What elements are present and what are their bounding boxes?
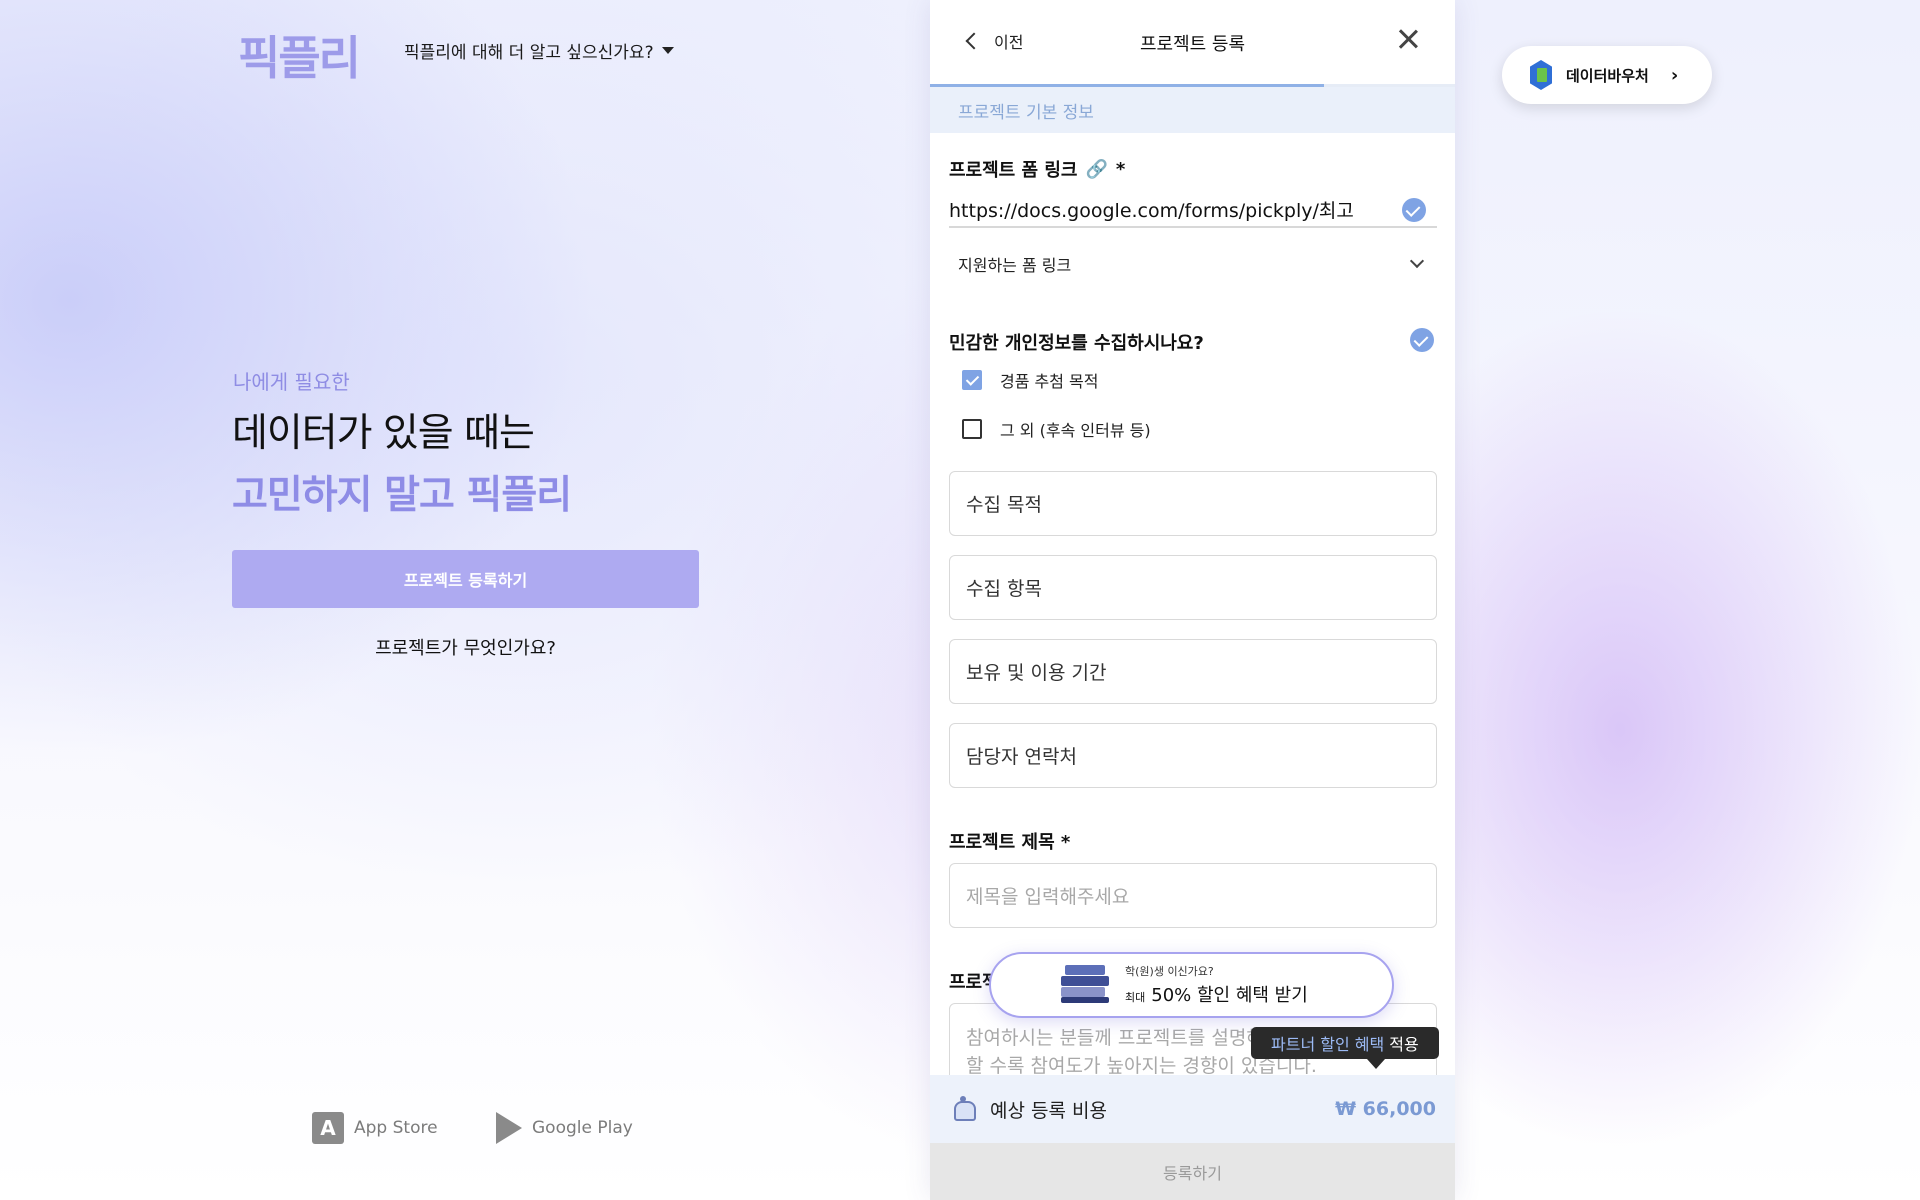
checkbox-prize-draw[interactable] (962, 370, 982, 390)
supported-forms-label: 지원하는 폼 링크 (958, 256, 1072, 275)
option-prize-draw-label: 경품 추첨 목적 (1000, 372, 1099, 391)
project-title-input[interactable]: 제목을 입력해주세요 (949, 863, 1437, 928)
hero-headline-line1: 데이터가 있을 때는 (232, 411, 535, 456)
estimated-cost-bar: 예상 등록 비용 ₩ 66,000 (930, 1075, 1455, 1143)
checkbox-other[interactable] (962, 419, 982, 439)
option-prize-draw[interactable]: 경품 추첨 목적 (962, 368, 1099, 392)
app-store-link[interactable]: A App Store (312, 1112, 438, 1144)
google-play-link[interactable]: Google Play (496, 1112, 633, 1144)
student-discount-banner[interactable]: 학(원)생 이신가요? 최대 50% 할인 혜택 받기 (989, 952, 1394, 1018)
app-store-label: App Store (354, 1118, 438, 1138)
check-circle-icon (1410, 328, 1434, 352)
form-link-label-row: 프로젝트 폼 링크 🔗 * (949, 156, 1125, 182)
google-play-icon (496, 1112, 522, 1144)
student-question: 학(원)생 이신가요? (1125, 965, 1214, 978)
modal-header: 이전 프로젝트 등록 (930, 0, 1455, 84)
collection-items-field[interactable]: 수집 항목 (949, 555, 1437, 620)
partner-discount-highlight: 파트너 할인 혜택 (1271, 1035, 1385, 1054)
hero-subtitle: 나에게 필요한 (233, 370, 350, 394)
section-header: 프로젝트 기본 정보 (930, 87, 1455, 133)
pickply-logo[interactable]: 픽플리 (238, 22, 361, 88)
what-is-project-link[interactable]: 프로젝트가 무엇인가요? (232, 634, 699, 660)
close-icon[interactable] (1395, 26, 1421, 52)
caret-down-icon (661, 47, 674, 54)
partner-discount-tooltip: 파트너 할인 혜택 적용 (1251, 1027, 1439, 1069)
option-other-label: 그 외 (후속 인터뷰 등) (1000, 421, 1151, 440)
estimated-cost-value: ₩ 66,000 (1335, 1098, 1436, 1120)
contact-field[interactable]: 담당자 연락처 (949, 723, 1437, 788)
student-discount-text: 학(원)생 이신가요? 최대 50% 할인 혜택 받기 (1125, 963, 1308, 1007)
data-voucher-label: 데이터바우처 (1566, 66, 1649, 85)
supported-forms-dropdown[interactable]: 지원하는 폼 링크 (958, 252, 1428, 276)
collection-purpose-field[interactable]: 수집 목적 (949, 471, 1437, 536)
data-voucher-logo-icon (1530, 60, 1552, 90)
retention-period-field[interactable]: 보유 및 이용 기간 (949, 639, 1437, 704)
about-dropdown[interactable]: 픽플리에 대해 더 알고 싶으신가요? (404, 38, 674, 63)
about-dropdown-label: 픽플리에 대해 더 알고 싶으신가요? (404, 43, 654, 63)
required-mark: * (1115, 158, 1126, 180)
discount-max-label: 최대 (1125, 991, 1146, 1004)
register-project-button[interactable]: 프로젝트 등록하기 (232, 550, 699, 608)
chevron-right-icon: › (1670, 64, 1679, 86)
form-link-input[interactable]: https://docs.google.com/forms/pickply/최고 (949, 194, 1437, 228)
discount-offer: 최대 50% 할인 혜택 받기 (1125, 981, 1308, 1007)
check-circle-icon (1402, 198, 1426, 222)
discount-offer-label: 50% 할인 혜택 받기 (1151, 985, 1308, 1006)
estimated-cost-label: 예상 등록 비용 (990, 1099, 1107, 1122)
google-play-label: Google Play (532, 1118, 633, 1138)
project-title-label: 프로젝트 제목 * (949, 832, 1071, 853)
form-link-label: 프로젝트 폼 링크 (949, 160, 1078, 181)
chevron-down-icon (1409, 253, 1425, 269)
cost-icon (950, 1096, 976, 1122)
project-register-modal: 이전 프로젝트 등록 프로젝트 기본 정보 프로젝트 폼 링크 🔗 * http… (930, 0, 1455, 1200)
books-icon (1061, 965, 1109, 1005)
sensitive-info-question: 민감한 개인정보를 수집하시나요? (949, 333, 1204, 354)
hero-headline-line2: 고민하지 말고 픽플리 (232, 473, 572, 518)
option-other[interactable]: 그 외 (후속 인터뷰 등) (962, 417, 1151, 441)
data-voucher-button[interactable]: 데이터바우처 › (1502, 46, 1712, 104)
submit-button[interactable]: 등록하기 (930, 1143, 1455, 1200)
modal-title: 프로젝트 등록 (1139, 34, 1246, 55)
apple-app-store-icon: A (312, 1112, 344, 1144)
partner-discount-rest: 적용 (1389, 1035, 1419, 1054)
link-icon: 🔗 (1085, 158, 1108, 180)
